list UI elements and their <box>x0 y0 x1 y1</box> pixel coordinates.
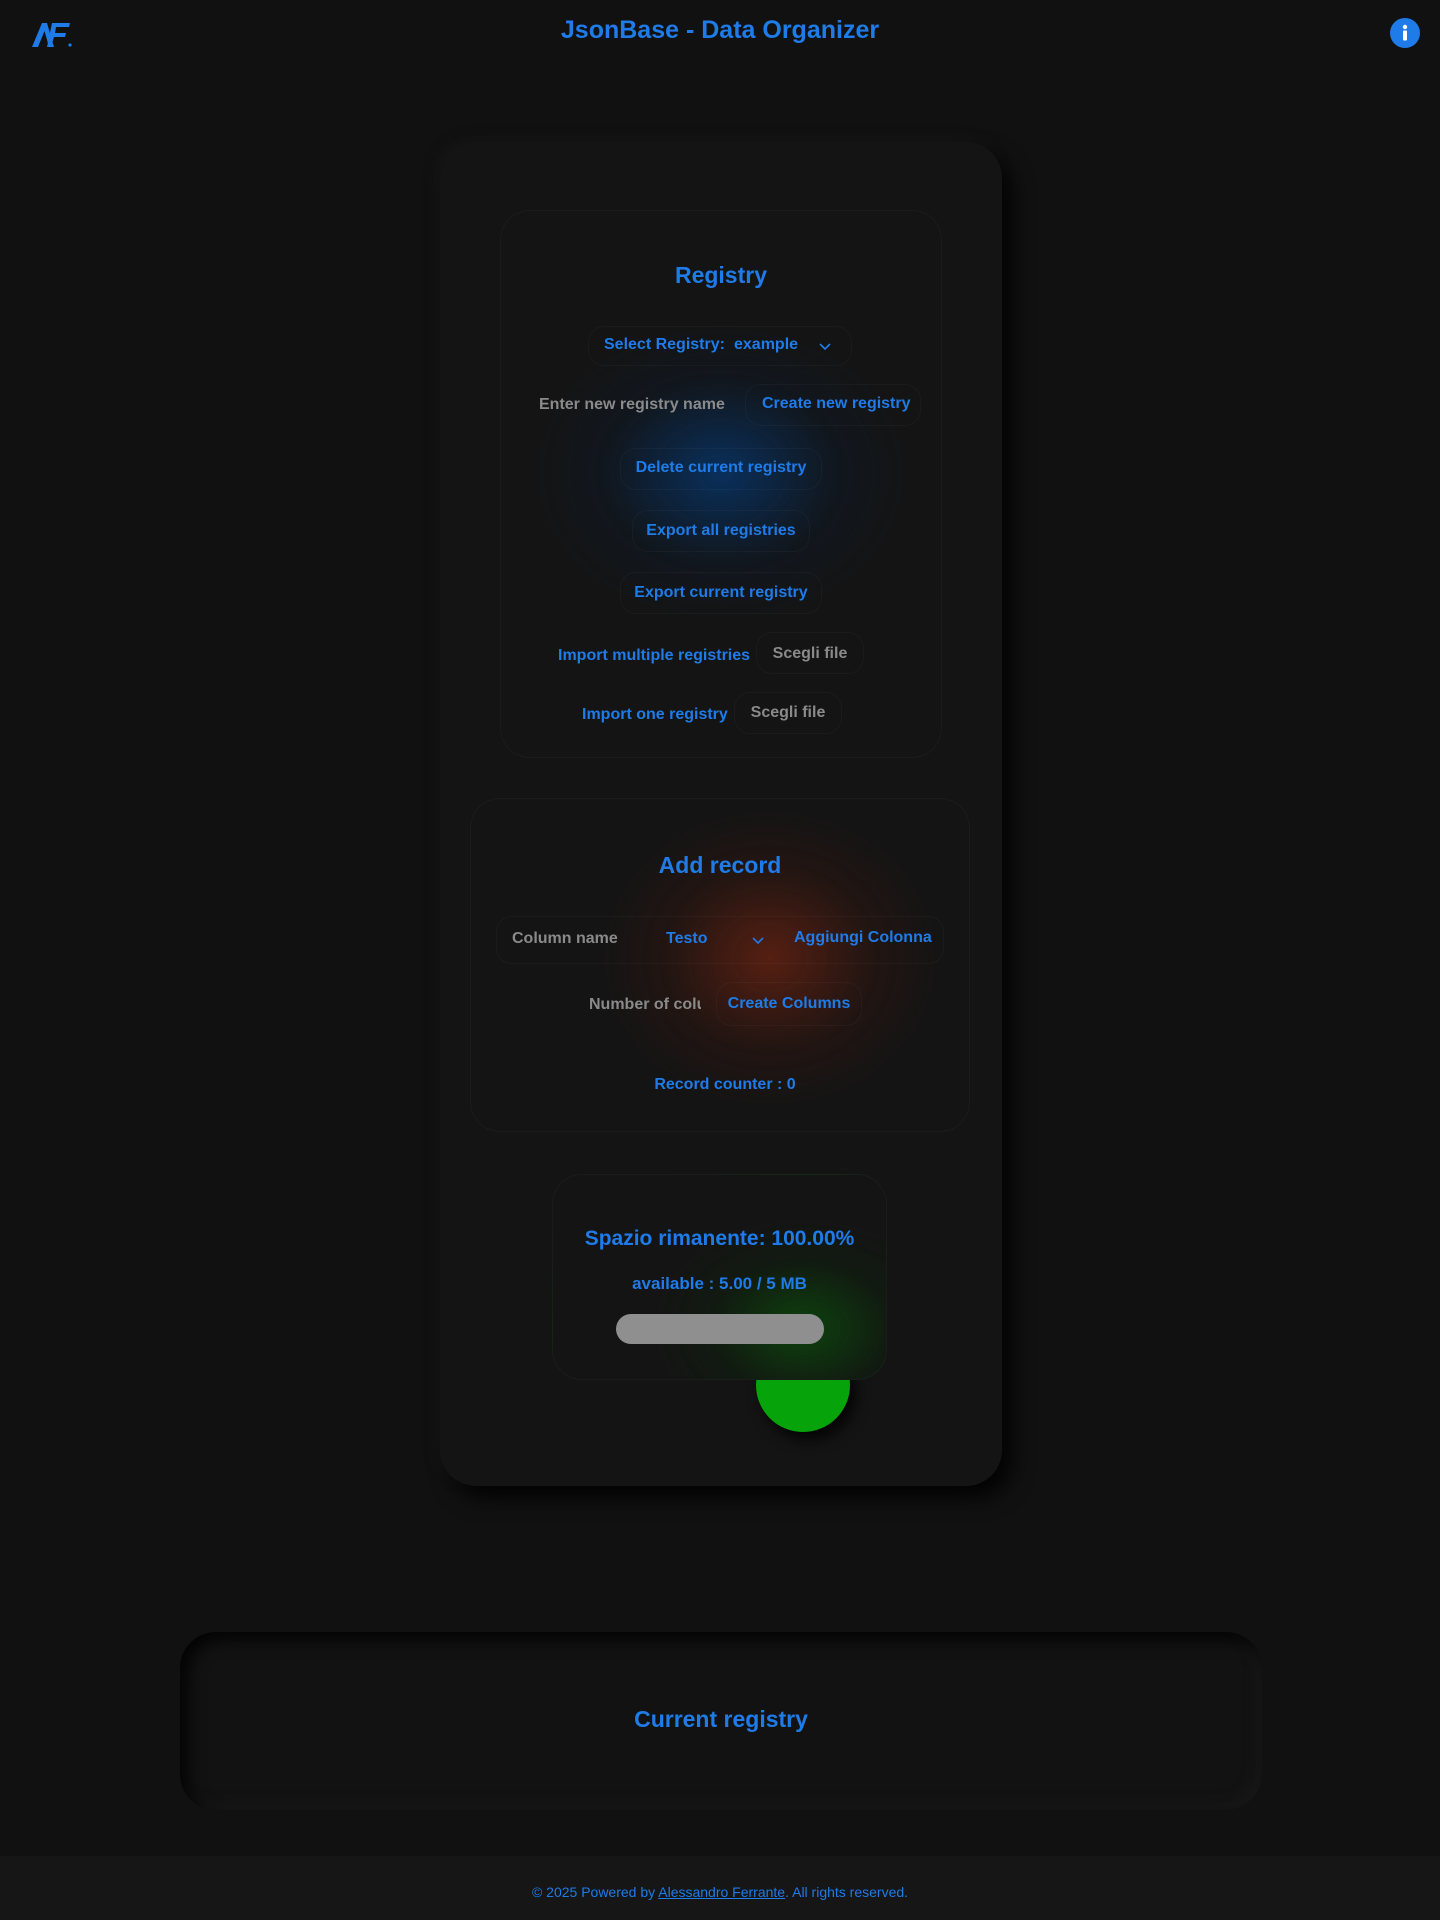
footer-prefix: © 2025 Powered by <box>531 1884 659 1900</box>
chevron-down-icon[interactable] <box>818 340 832 358</box>
number-of-columns-input[interactable]: Number of columns <box>589 996 701 1014</box>
registry-title: Registry <box>674 262 768 288</box>
import-one-label: Import one registry <box>582 706 728 723</box>
add-column-button[interactable]: Aggiungi Colonna <box>794 929 932 947</box>
create-registry-label: Create new registry <box>762 395 911 412</box>
export-all-label: Export all registries <box>646 522 796 539</box>
delete-registry-label: Delete current registry <box>635 459 807 476</box>
record-counter: Record counter : 0 <box>654 1076 796 1093</box>
chevron-down-icon[interactable] <box>751 934 765 952</box>
registry-select-value[interactable]: example <box>734 336 798 354</box>
import-multiple-file-label: Scegli file <box>772 645 848 662</box>
add-record-title: Add record <box>658 852 782 878</box>
footer-text: © 2025 Powered by Alessandro Ferrante. A… <box>0 1884 1440 1900</box>
export-current-label: Export current registry <box>634 584 808 601</box>
storage-available: available : 5.00 / 5 MB <box>632 1274 807 1293</box>
registry-select-label: Select Registry: <box>604 336 725 353</box>
new-registry-input[interactable]: Enter new registry name <box>539 396 725 414</box>
page-title: JsonBase - Data Organizer <box>560 16 880 44</box>
storage-progress-bar <box>616 1314 824 1344</box>
current-registry-title: Current registry <box>634 1706 808 1732</box>
info-icon[interactable] <box>1390 18 1420 48</box>
author-link[interactable]: Alessandro Ferrante <box>658 1884 785 1900</box>
import-multiple-label: Import multiple registries <box>558 647 751 664</box>
column-type-select[interactable]: Testo <box>666 930 707 948</box>
column-name-input[interactable]: Column name <box>512 930 618 948</box>
import-one-file-label: Scegli file <box>750 704 826 721</box>
storage-remaining: Spazio rimanente: 100.00% <box>584 1227 855 1250</box>
create-columns-label: Create Columns <box>727 995 851 1012</box>
footer-suffix: . All rights reserved. <box>785 1884 909 1900</box>
